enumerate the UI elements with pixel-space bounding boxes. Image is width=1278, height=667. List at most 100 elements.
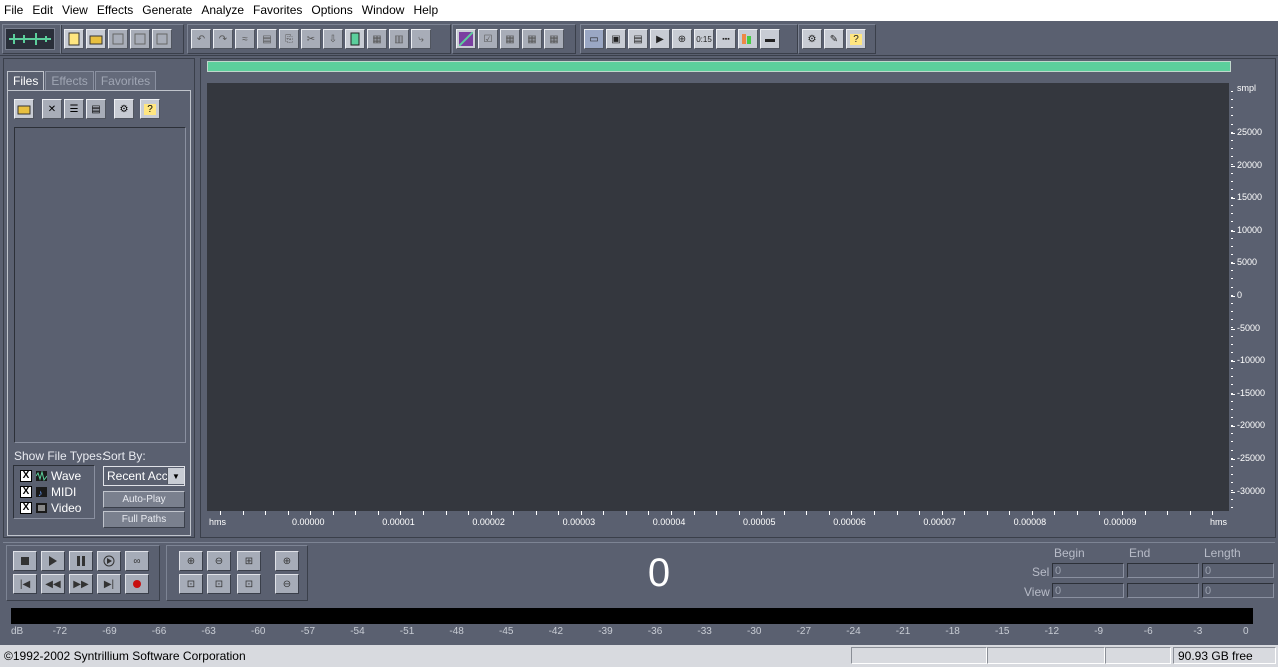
menu-effects[interactable]: Effects <box>93 0 138 21</box>
vertical-ruler: smpl 25000 20000 15000 10000 5000 0 -5000 -1000… <box>1231 83 1275 511</box>
help-icon[interactable]: ? <box>846 29 866 49</box>
pause-icon[interactable] <box>69 551 93 571</box>
menu-help[interactable]: Help <box>409 0 443 21</box>
frames-icon[interactable]: ▪▪▪ <box>716 29 736 49</box>
record-icon[interactable] <box>125 574 149 594</box>
view-length-field[interactable]: 0 <box>1202 583 1274 598</box>
sel-length-field[interactable]: 0 <box>1202 563 1274 578</box>
settings-icon[interactable]: ⚙ <box>802 29 822 49</box>
rewind-icon[interactable]: ◀◀ <box>41 574 65 594</box>
multitrack-toggle-button[interactable] <box>5 28 55 50</box>
sel-begin-field[interactable]: 0 <box>1052 563 1124 578</box>
wave-overview-bar[interactable] <box>207 61 1231 72</box>
zoom-in-vertical-icon[interactable]: ⊕ <box>275 551 299 571</box>
play-to-end-icon[interactable] <box>97 551 121 571</box>
zoom-out-vertical-icon[interactable]: ⊖ <box>275 574 299 594</box>
go-to-end-icon[interactable]: ▶| <box>97 574 121 594</box>
type-video-row[interactable]: X Video <box>20 501 106 515</box>
zoom-out-icon[interactable]: ⊖ <box>207 551 231 571</box>
tab-files[interactable]: Files <box>7 71 45 90</box>
repeat-icon[interactable]: ≈ <box>235 29 255 49</box>
y-minor-tick <box>1231 392 1233 394</box>
type-midi-row[interactable]: X ♪ MIDI <box>20 485 106 499</box>
copy-icon[interactable]: ⎘ <box>279 29 299 49</box>
multitrack-view-icon[interactable] <box>456 29 476 49</box>
new-file-icon[interactable] <box>64 29 84 49</box>
cut-icon[interactable]: ✂ <box>301 29 321 49</box>
type-wave-row[interactable]: X Wave <box>20 469 106 483</box>
full-paths-button[interactable]: Full Paths <box>103 511 185 528</box>
auto-play-button[interactable]: Auto-Play <box>103 491 185 508</box>
menu-view[interactable]: View <box>58 0 93 21</box>
y-tick <box>1231 296 1235 297</box>
y-minor-tick <box>1231 408 1233 410</box>
grid-icon[interactable]: ▦ <box>500 29 520 49</box>
menu-generate[interactable]: Generate <box>138 0 197 21</box>
save-all-icon[interactable] <box>130 29 150 49</box>
insert-multitrack-icon[interactable]: ☰ <box>64 99 84 119</box>
y-minor-tick <box>1231 91 1233 92</box>
go-to-start-icon[interactable]: |◀ <box>13 574 37 594</box>
save-icon[interactable] <box>108 29 128 49</box>
menu-analyze[interactable]: Analyze <box>197 0 249 21</box>
loop-icon[interactable]: ▤ <box>628 29 648 49</box>
close-file-icon[interactable] <box>152 29 172 49</box>
wave-view-icon[interactable]: ▭ <box>584 29 604 49</box>
zoom-left-icon[interactable]: ⊡ <box>179 574 203 594</box>
help-icon[interactable]: ? <box>140 99 160 119</box>
fast-forward-icon[interactable]: ▶▶ <box>69 574 93 594</box>
menu-window[interactable]: Window <box>358 0 410 21</box>
time-icon[interactable]: 0:15 <box>694 29 714 49</box>
grid2-icon[interactable]: ▦ <box>522 29 542 49</box>
menu-options[interactable]: Options <box>307 0 357 21</box>
midi-checkbox[interactable]: X <box>20 486 32 498</box>
toolbar-group-file <box>60 24 184 54</box>
level-meter-bar <box>11 608 1253 624</box>
paste-new-icon[interactable] <box>345 29 365 49</box>
tab-favorites[interactable]: Favorites <box>94 71 157 90</box>
zoom-full-icon[interactable]: ⊞ <box>237 551 261 571</box>
chevron-down-icon[interactable]: ▼ <box>167 468 184 484</box>
video-checkbox[interactable]: X <box>20 502 32 514</box>
check-icon[interactable]: ☑ <box>478 29 498 49</box>
copy-to-new-icon[interactable]: ▤ <box>257 29 277 49</box>
view-begin-field[interactable]: 0 <box>1052 583 1124 598</box>
close-file-icon[interactable]: ✕ <box>42 99 62 119</box>
loop-play-icon[interactable]: ∞ <box>125 551 149 571</box>
play-icon[interactable] <box>41 551 65 571</box>
waveform-display[interactable] <box>207 83 1229 511</box>
x-tick <box>377 511 379 515</box>
undo-icon[interactable]: ↶ <box>191 29 211 49</box>
play-icon[interactable]: ▶ <box>650 29 670 49</box>
sort-by-select[interactable]: Recent Acc ▼ <box>103 466 185 486</box>
stop-icon[interactable] <box>13 551 37 571</box>
menu-file[interactable]: File <box>0 0 28 21</box>
zoom-in-icon[interactable]: ⊕ <box>179 551 203 571</box>
open-file-icon[interactable] <box>86 29 106 49</box>
wave-checkbox[interactable]: X <box>20 470 32 482</box>
edit-file-icon[interactable]: ▤ <box>86 99 106 119</box>
x-tick <box>468 511 470 515</box>
view-end-field[interactable] <box>1127 583 1199 598</box>
zoom-icon[interactable]: ⊕ <box>672 29 692 49</box>
menu-edit[interactable]: Edit <box>28 0 58 21</box>
levels-icon[interactable] <box>738 29 758 49</box>
y-minor-tick <box>1231 368 1233 370</box>
status-icon[interactable]: ▬ <box>760 29 780 49</box>
zoom-selection-icon[interactable]: ⊡ <box>207 574 231 594</box>
crop-icon[interactable]: ⤷ <box>411 29 431 49</box>
file-list[interactable] <box>14 127 186 443</box>
menu-favorites[interactable]: Favorites <box>249 0 307 21</box>
sel-end-field[interactable] <box>1127 563 1199 578</box>
tools-icon[interactable]: ✎ <box>824 29 844 49</box>
trim-icon[interactable]: ▥ <box>389 29 409 49</box>
open-folder-icon[interactable] <box>14 99 34 119</box>
mix-paste-icon[interactable]: ▦ <box>367 29 387 49</box>
paste-icon[interactable]: ⇩ <box>323 29 343 49</box>
options-icon[interactable]: ⚙ <box>114 99 134 119</box>
spectral-view-icon[interactable]: ▣ <box>606 29 626 49</box>
redo-icon[interactable]: ↷ <box>213 29 233 49</box>
zoom-right-icon[interactable]: ⊡ <box>237 574 261 594</box>
tab-effects[interactable]: Effects <box>45 71 94 90</box>
grid3-icon[interactable]: ▦ <box>544 29 564 49</box>
